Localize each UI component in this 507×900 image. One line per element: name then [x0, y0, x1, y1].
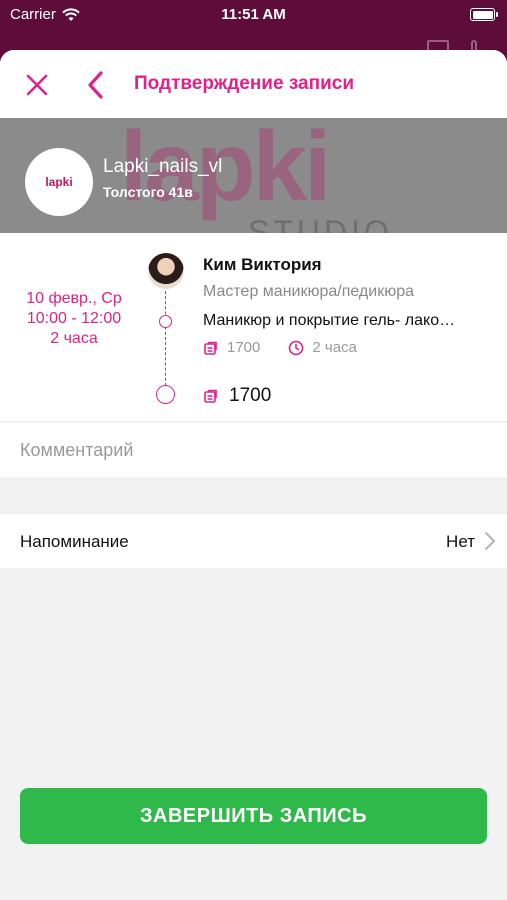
booking-date: 10 февр., Ср	[26, 290, 122, 307]
booking-duration: 2 часа	[50, 330, 98, 347]
reminder-label: Напоминание	[20, 532, 129, 551]
booking-time: 10:00 - 12:00	[26, 310, 122, 327]
comment-input[interactable]	[20, 423, 490, 477]
service-meta: 1700 2 часа	[203, 339, 357, 356]
service-duration: 2 часа	[312, 339, 357, 356]
master-role: Мастер маникюра/педикюра	[203, 283, 414, 300]
service-name: Маникюр и покрытие гель- лако…	[203, 312, 456, 329]
timeline-end-dot	[156, 385, 175, 404]
reminder-row[interactable]: Напоминание Нет	[0, 514, 507, 568]
booking-datetime: 10 февр., Ср 10:00 - 12:00 2 часа	[20, 289, 128, 349]
clock-icon	[289, 340, 304, 355]
total-price: 1700	[229, 385, 272, 406]
salon-banner: lapki STUDIO lapki Lapki_nails_vl Толсто…	[0, 118, 507, 248]
comment-section	[0, 423, 507, 477]
salon-logo-text: lapki	[45, 175, 73, 189]
chevron-right-icon	[485, 532, 495, 550]
salon-name: Lapki_nails_vl	[103, 156, 223, 177]
chevron-left-icon[interactable]	[82, 68, 110, 102]
master-name: Ким Виктория	[203, 255, 322, 274]
salon-logo[interactable]: lapki	[25, 148, 93, 216]
status-bar: Carrier 11:51 AM	[0, 0, 507, 30]
price-tag-icon	[204, 341, 217, 355]
reminder-value: Нет	[446, 532, 475, 551]
timeline-dot	[159, 315, 172, 328]
page-title: Подтверждение записи	[134, 73, 354, 94]
total-row: 1700	[203, 385, 271, 407]
booking-details: 10 февр., Ср 10:00 - 12:00 2 часа Ким Ви…	[0, 233, 507, 421]
timeline-line	[165, 291, 166, 391]
service-price: 1700	[227, 339, 261, 356]
salon-address: Толстого 41в	[103, 184, 193, 200]
status-time: 11:51 AM	[221, 6, 286, 23]
nav-bar: Подтверждение записи	[0, 50, 507, 118]
master-avatar[interactable]	[148, 253, 184, 289]
close-icon[interactable]	[22, 70, 52, 100]
price-tag-icon	[204, 389, 217, 403]
complete-booking-button[interactable]: ЗАВЕРШИТЬ ЗАПИСЬ	[20, 788, 487, 844]
battery-icon	[470, 8, 498, 21]
